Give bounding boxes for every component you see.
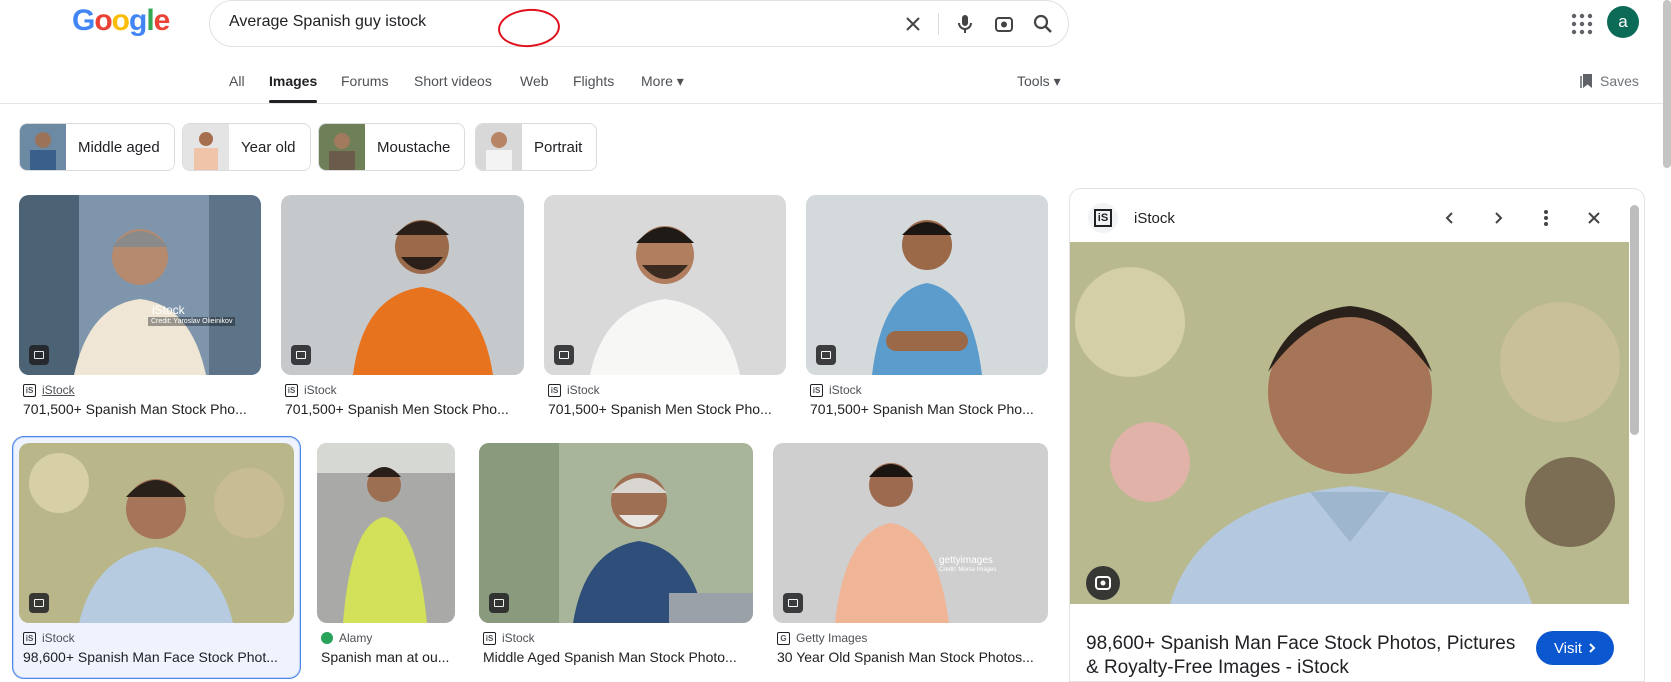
filter-chip-moustache[interactable]: Moustache	[318, 123, 466, 171]
result-image[interactable]: iStock Credit: Yaroslav Olieinikov	[19, 195, 261, 375]
search-input[interactable]: Average Spanish guy istock	[229, 13, 426, 31]
istock-logo-icon: iS	[1088, 203, 1118, 233]
preview-image[interactable]	[1070, 242, 1629, 604]
result-title[interactable]: 701,500+ Spanish Men Stock Pho...	[285, 401, 525, 417]
avatar[interactable]: a	[1607, 6, 1639, 38]
result-image[interactable]	[281, 195, 524, 375]
result-title[interactable]: 701,500+ Spanish Man Stock Pho...	[810, 401, 1050, 417]
image-type-icon	[29, 345, 49, 365]
saves-button[interactable]: Saves	[1580, 73, 1639, 89]
image-type-icon	[783, 593, 803, 613]
result-image[interactable]	[806, 195, 1048, 375]
dropdown-arrow-icon: ▾	[1053, 73, 1061, 89]
tools-button[interactable]: Tools ▾	[1017, 73, 1061, 90]
apps-grid-icon[interactable]	[1570, 12, 1594, 36]
result-source[interactable]: iS iStock	[23, 631, 75, 645]
getty-images-logo-icon: G	[777, 631, 790, 645]
annotation-circle	[496, 6, 562, 50]
image-type-icon	[489, 593, 509, 613]
image-type-icon	[554, 345, 574, 365]
result-source[interactable]: G Getty Images	[777, 631, 867, 645]
image-watermark: gettyimages	[939, 555, 993, 566]
result-title[interactable]: 701,500+ Spanish Men Stock Pho...	[548, 401, 788, 417]
panel-scrollbar[interactable]	[1630, 205, 1639, 435]
active-tab-indicator	[269, 100, 317, 103]
visit-button[interactable]: Visit	[1536, 631, 1614, 665]
search-icon[interactable]	[1030, 11, 1056, 37]
filter-chip-middle-aged[interactable]: Middle aged	[19, 123, 175, 171]
previous-icon[interactable]	[1435, 203, 1465, 233]
istock-logo-icon: iS	[810, 383, 823, 397]
image-type-icon	[816, 345, 836, 365]
microphone-icon[interactable]	[952, 11, 978, 37]
close-icon[interactable]	[1579, 203, 1609, 233]
result-title[interactable]: Spanish man at ou...	[321, 649, 457, 665]
search-results-page: Google Average Spanish guy istock a All …	[0, 0, 1671, 682]
tab-short-videos[interactable]: Short videos	[414, 73, 492, 89]
filter-chip-year-old[interactable]: Year old	[182, 123, 311, 171]
result-title[interactable]: Middle Aged Spanish Man Stock Photo...	[483, 649, 755, 665]
chip-thumbnail	[476, 124, 522, 170]
result-image[interactable]: gettyimages Credit: Morsa Images	[773, 443, 1048, 623]
istock-logo-icon: iS	[23, 631, 36, 645]
preview-source[interactable]: iS iStock	[1088, 203, 1175, 233]
result-image[interactable]	[544, 195, 786, 375]
tab-web[interactable]: Web	[520, 73, 549, 89]
result-source[interactable]: iS iStock	[810, 383, 862, 397]
chip-thumbnail	[183, 124, 229, 170]
istock-logo-icon: iS	[285, 383, 298, 397]
chip-thumbnail	[20, 124, 66, 170]
search-tabs: All Images Forums Short videos Web Fligh…	[0, 62, 1671, 104]
tab-forums[interactable]: Forums	[341, 73, 388, 89]
image-type-icon	[291, 345, 311, 365]
result-image[interactable]	[317, 443, 455, 623]
tab-flights[interactable]: Flights	[573, 73, 614, 89]
result-source[interactable]: iS iStock	[285, 383, 337, 397]
result-source[interactable]: iS iStock	[483, 631, 535, 645]
result-image[interactable]	[479, 443, 753, 623]
page-scrollbar[interactable]	[1663, 0, 1671, 168]
result-image[interactable]	[19, 443, 294, 623]
istock-logo-icon: iS	[548, 383, 561, 397]
image-credit-text: Credit: Morsa Images	[939, 567, 997, 573]
bookmark-icon	[1580, 74, 1592, 88]
google-logo[interactable]: Google	[72, 4, 170, 38]
filter-chip-portrait[interactable]: Portrait	[475, 123, 598, 171]
image-watermark: iStock	[152, 303, 185, 317]
camera-search-icon[interactable]	[991, 11, 1017, 37]
dropdown-arrow-icon: ▾	[676, 73, 684, 89]
search-box[interactable]: Average Spanish guy istock	[209, 0, 1069, 50]
result-source[interactable]: iS iStock	[23, 383, 75, 397]
image-type-icon	[29, 593, 49, 613]
alamy-logo-icon	[321, 632, 333, 644]
result-title[interactable]: 30 Year Old Spanish Man Stock Photos...	[777, 649, 1049, 665]
image-credit-text: Credit: Yaroslav Olieinikov	[148, 317, 236, 326]
result-title[interactable]: 98,600+ Spanish Man Face Stock Phot...	[23, 649, 293, 665]
chevron-right-icon	[1589, 643, 1596, 653]
tab-images[interactable]: Images	[269, 73, 317, 89]
clear-icon[interactable]	[900, 11, 926, 37]
result-source[interactable]: iS iStock	[548, 383, 600, 397]
divider	[938, 13, 939, 35]
istock-logo-icon: iS	[23, 383, 36, 397]
tab-more[interactable]: More ▾	[641, 73, 684, 90]
next-icon[interactable]	[1483, 203, 1513, 233]
result-title[interactable]: 701,500+ Spanish Man Stock Pho...	[23, 401, 263, 417]
result-source[interactable]: Alamy	[321, 631, 372, 645]
chip-thumbnail	[319, 124, 365, 170]
preview-title[interactable]: 98,600+ Spanish Man Face Stock Photos, P…	[1086, 632, 1526, 680]
google-lens-icon[interactable]	[1086, 566, 1120, 600]
tab-all[interactable]: All	[229, 73, 245, 89]
image-preview-panel: iS iStock 98,600+ Spanish Man Face Stock…	[1069, 188, 1645, 682]
more-options-icon[interactable]	[1531, 203, 1561, 233]
istock-logo-icon: iS	[483, 631, 496, 645]
